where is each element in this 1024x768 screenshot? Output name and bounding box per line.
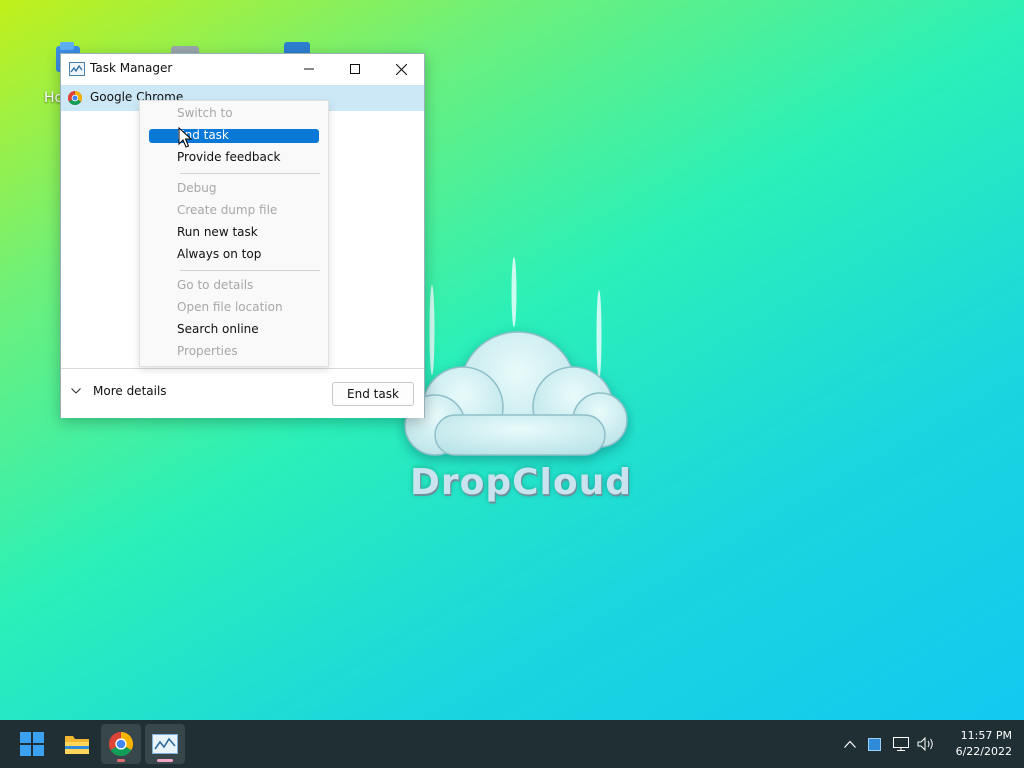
show-hidden-icons-button[interactable] — [840, 720, 860, 768]
more-details-label: More details — [93, 384, 167, 398]
task-manager-icon — [152, 734, 178, 754]
file-explorer-icon — [65, 736, 89, 754]
menu-item-switch-to: Switch to — [177, 106, 233, 120]
network-icon — [893, 737, 909, 751]
tray-app-icon — [867, 737, 881, 751]
menu-item-run-new-task[interactable]: Run new task — [177, 225, 258, 239]
maximize-button[interactable] — [332, 54, 378, 84]
maximize-icon — [350, 64, 360, 74]
more-details-toggle[interactable]: More details — [71, 384, 167, 398]
footer: More details End task — [61, 368, 424, 418]
volume-icon — [917, 737, 933, 751]
menu-item-provide-feedback[interactable]: Provide feedback — [177, 150, 280, 164]
window-title: Task Manager — [90, 61, 173, 75]
start-button[interactable] — [12, 724, 52, 764]
menu-item-always-on-top[interactable]: Always on top — [177, 247, 261, 261]
taskbar-file-explorer[interactable] — [57, 724, 97, 764]
chevron-down-icon — [71, 388, 81, 394]
menu-separator — [180, 270, 320, 271]
dropcloud-logo-text: DropCloud — [410, 462, 633, 503]
chrome-icon — [109, 732, 133, 756]
taskbar-task-manager[interactable] — [145, 724, 185, 764]
mouse-cursor-icon — [178, 127, 192, 148]
close-icon — [395, 63, 407, 75]
menu-item-properties: Properties — [177, 344, 238, 358]
menu-item-go-to-details: Go to details — [177, 278, 254, 292]
network-button[interactable] — [890, 720, 912, 768]
close-button[interactable] — [378, 54, 424, 84]
clock-time: 11:57 PM — [960, 729, 1012, 742]
tray-app-button[interactable] — [864, 720, 884, 768]
chrome-icon — [68, 91, 82, 105]
taskbar-chrome[interactable] — [101, 724, 141, 764]
menu-item-create-dump-file: Create dump file — [177, 203, 278, 217]
menu-item-open-file-location: Open file location — [177, 300, 283, 314]
clock[interactable]: 11:57 PM 6/22/2022 — [940, 728, 1012, 760]
menu-item-debug: Debug — [177, 181, 217, 195]
chevron-up-icon — [844, 740, 856, 748]
menu-item-search-online[interactable]: Search online — [177, 322, 259, 336]
menu-separator — [180, 173, 320, 174]
title-bar[interactable]: Task Manager — [61, 54, 424, 84]
active-indicator — [157, 759, 173, 762]
menu-highlight — [149, 129, 319, 143]
task-manager-icon — [69, 62, 85, 76]
end-task-button[interactable]: End task — [332, 382, 414, 406]
context-menu: Switch to End task Provide feedback Debu… — [139, 100, 329, 367]
volume-button[interactable] — [915, 720, 937, 768]
running-indicator — [117, 759, 125, 762]
start-icon — [20, 732, 44, 756]
taskbar: 11:57 PM 6/22/2022 — [0, 720, 1024, 768]
minimize-icon — [304, 68, 314, 70]
clock-date: 6/22/2022 — [955, 745, 1012, 758]
minimize-button[interactable] — [286, 54, 332, 84]
